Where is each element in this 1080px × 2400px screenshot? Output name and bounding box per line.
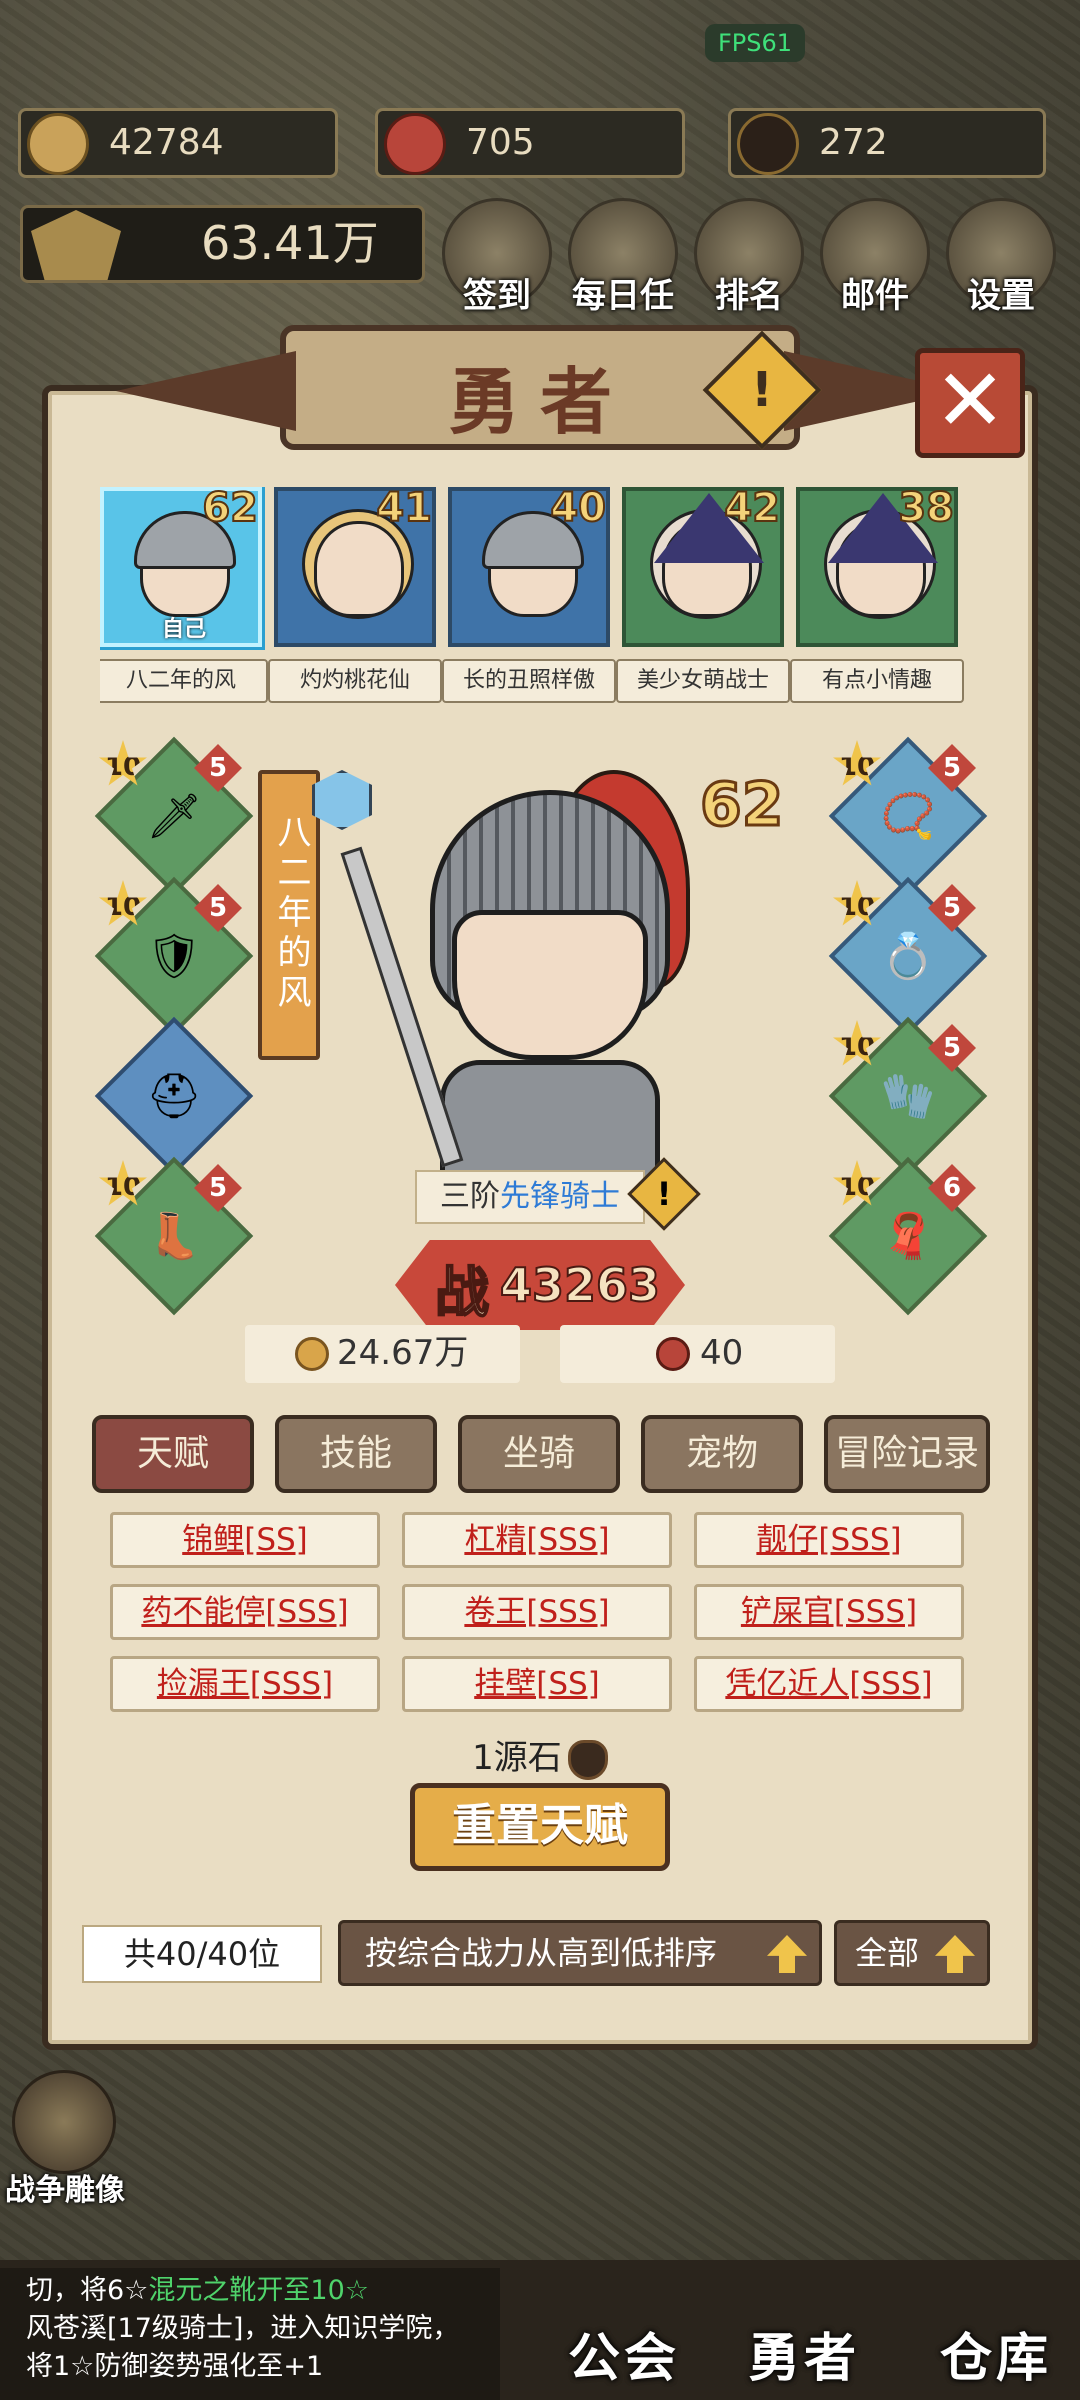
hero-list[interactable]: 自己 62 八二年的风 41 灼灼桃花仙 40 长的丑照样傲 42 美少女萌战士 [100,487,990,709]
arrow-up-icon [767,1935,807,1973]
source-stone-resource[interactable]: 272 [728,108,1046,178]
fps-counter: FPS61 [705,24,805,62]
character-level: 62 [699,769,785,842]
battle-label: 战 [434,1260,490,1325]
total-power-bar: 63.41万 [20,205,425,283]
talent-item[interactable]: 捡漏王[SSS] [110,1656,380,1712]
nav-hero[interactable]: 勇者 [748,2316,860,2391]
knight-face [452,910,648,1060]
source-stone-icon [567,1739,608,1780]
filter-button[interactable]: 全部 [834,1920,990,1986]
hero-name: 有点小情趣 [790,659,964,703]
hero-face [314,521,404,617]
hero-level: 62 [201,487,259,532]
class-label: 三阶先锋骑士 [415,1170,645,1224]
exclamation-icon: ! [656,1175,672,1213]
helmet-icon: ⛑ [146,1071,202,1122]
tab-talent[interactable]: 天赋 [92,1415,254,1493]
source-stone-icon [737,113,799,175]
reset-talent-button[interactable]: 重置天赋 [410,1783,670,1871]
hero-gold-stat: 24.67万 [245,1325,520,1383]
sort-label: 按综合战力从高到低排序 [365,1934,718,1972]
close-button[interactable]: ✕ [915,348,1025,458]
hero-card[interactable]: 42 美少女萌战士 [616,487,790,709]
self-tag: 自己 [161,617,206,642]
gold-coin-icon [295,1337,329,1371]
sort-button[interactable]: 按综合战力从高到低排序 [338,1920,822,1986]
hero-card[interactable]: 40 长的丑照样傲 [442,487,616,709]
talent-item[interactable]: 铲屎官[SSS] [694,1584,964,1640]
ticker-line1a: 切，将6☆ [26,2275,149,2306]
war-statue-button[interactable] [12,2070,116,2174]
talent-item[interactable]: 挂壁[SS] [402,1656,672,1712]
honor-resource[interactable]: 705 [375,108,685,178]
hero-name: 长的丑照样傲 [442,659,616,703]
tab-pet[interactable]: 宠物 [641,1415,803,1493]
ticker-line3: 将1☆防御姿势强化至+1 [26,2351,324,2382]
ticker-line2: 风苍溪[17级骑士]，进入知识学院， [26,2313,460,2344]
filter-label: 全部 [855,1934,920,1972]
arrow-up-icon [935,1935,975,1973]
battle-power: 43263 [499,1257,661,1313]
gold-coin-icon [27,113,89,175]
hero-level: 40 [549,487,607,532]
hero-level: 41 [375,487,433,532]
hero-honor-stat: 40 [560,1325,835,1383]
mail-label: 邮件 [841,276,909,316]
hero-name: 八二年的风 [100,659,268,703]
total-power-value: 63.41万 [201,216,379,270]
ticker-line1b: 混元之靴开至10☆ [148,2275,369,2306]
exclamation-icon: ! [751,362,773,418]
hero-honor-value: 40 [700,1333,744,1373]
gold-resource[interactable]: 42784 [18,108,338,178]
feather-gem-icon[interactable] [312,770,372,830]
tab-skill[interactable]: 技能 [275,1415,437,1493]
honor-value: 705 [466,122,535,163]
ranking-label: 排名 [715,276,783,316]
honor-shield-icon [656,1337,690,1371]
battle-power-ribbon: 战 43263 [395,1240,685,1330]
talent-item[interactable]: 靓仔[SSS] [694,1512,964,1568]
hero-gold-value: 24.67万 [337,1333,469,1373]
character-name: 八二年的风 [271,814,311,1014]
hero-count: 共40/40位 [82,1925,322,1983]
sign-in-label: 签到 [463,276,531,316]
reset-cost-text: 1源石 [472,1738,562,1778]
hero-level: 42 [723,487,781,532]
talent-item[interactable]: 杠精[SSS] [402,1512,672,1568]
talent-item[interactable]: 药不能停[SSS] [110,1584,380,1640]
honor-shield-icon [384,113,446,175]
talent-item[interactable]: 卷王[SSS] [402,1584,672,1640]
reset-cost: 1源石 [0,1730,1080,1780]
source-stone-value: 272 [819,122,888,163]
hero-card[interactable]: 38 有点小情趣 [790,487,964,709]
hero-name: 美少女萌战士 [616,659,790,703]
gold-value: 42784 [109,122,224,163]
hero-name: 灼灼桃花仙 [268,659,442,703]
hero-card[interactable]: 41 灼灼桃花仙 [268,487,442,709]
settings-label: 设置 [967,276,1035,316]
hero-level: 38 [897,487,955,532]
character-name-banner: 八二年的风 [258,770,320,1060]
talent-item[interactable]: 凭亿近人[SSS] [694,1656,964,1712]
tab-mount[interactable]: 坐骑 [458,1415,620,1493]
tab-adventure-log[interactable]: 冒险记录 [824,1415,990,1493]
character-display: 🗡 10 5 🛡 10 5 ⛑ 👢 10 5 📿 10 5 💍 10 5 🧤 1… [90,736,990,1360]
close-icon: ✕ [933,351,1007,451]
war-statue-label: 战争雕像 [5,2173,125,2208]
equip-slot-helmet[interactable]: ⛑ [94,1016,254,1176]
nav-warehouse[interactable]: 仓库 [940,2316,1052,2391]
class-name: 先锋骑士 [500,1179,620,1214]
class-prefix: 三阶 [440,1179,500,1214]
nav-guild[interactable]: 公会 [568,2316,680,2391]
talent-item[interactable]: 锦鲤[SS] [110,1512,380,1568]
hero-card[interactable]: 自己 62 八二年的风 [100,487,268,709]
news-ticker: 切，将6☆混元之靴开至10☆ 风苍溪[17级骑士]，进入知识学院， 将1☆防御姿… [0,2268,500,2400]
power-crest-icon [31,210,121,280]
